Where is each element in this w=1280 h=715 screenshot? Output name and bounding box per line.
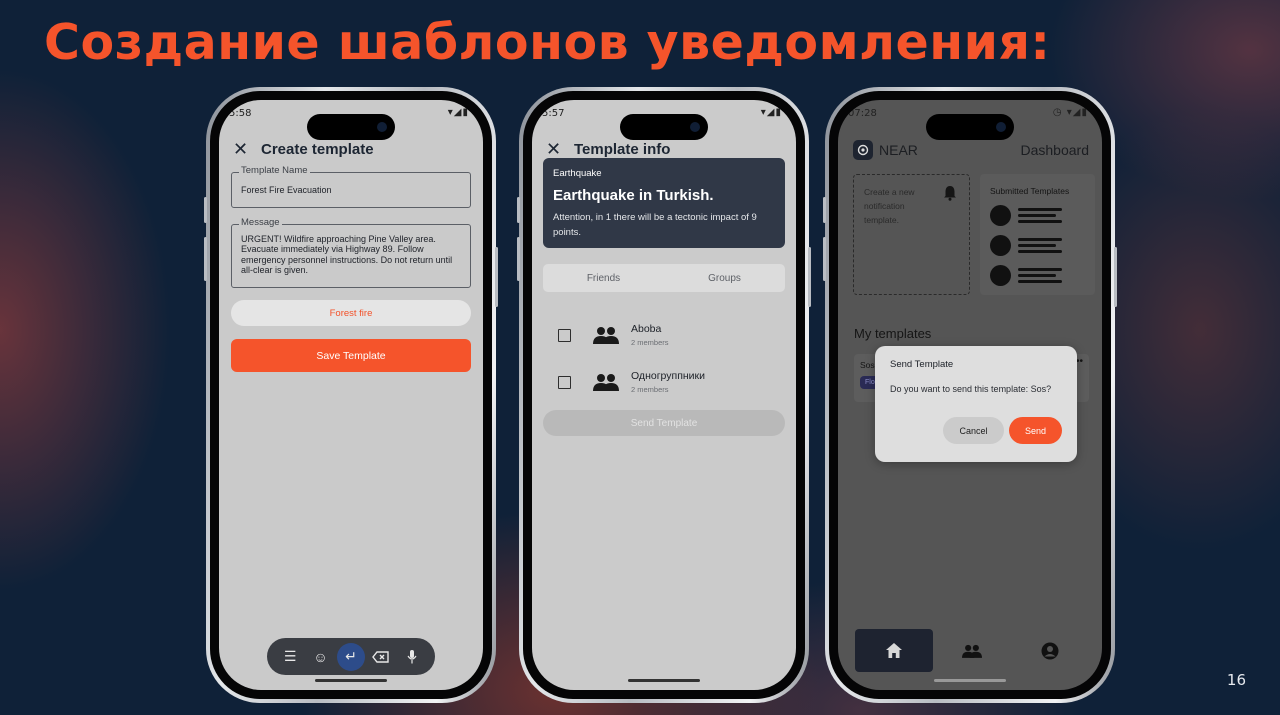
template-description: Attention, in 1 there will be a tectonic… [553,212,757,239]
bell-icon [943,185,957,206]
create-card-text: Create a new notification template. [864,187,915,226]
profile-icon[interactable] [1011,629,1089,672]
menu-icon[interactable]: ☰ [276,643,304,671]
submitted-templates-card[interactable]: Submitted Templates [980,174,1095,295]
dynamic-island [926,114,1014,140]
list-item [990,205,1085,226]
recipient-tabs: Friends Groups [543,264,785,292]
dynamic-island [620,114,708,140]
screen: 5:57 ▾◢▮ ✕ Template info Earthquake Eart… [532,100,796,690]
home-icon[interactable] [855,629,933,672]
send-button[interactable]: Send [1009,417,1062,444]
create-template-card[interactable]: Create a new notification template. [853,174,970,295]
close-icon[interactable]: ✕ [233,139,257,160]
status-time: 07:28 [848,108,877,119]
template-name-value: Forest Fire Evacuation [241,185,332,195]
screen: 07:28 ◷ ▾◢▮ NEAR Dashboard Create a new … [838,100,1102,690]
signal-icon: ▾◢▮ [447,107,469,118]
template-heading: Earthquake in Turkish. [553,187,714,204]
bottom-nav [855,629,1089,672]
group-name: Одногруппники [631,370,705,382]
app-header: NEAR Dashboard [853,136,1089,164]
checkbox[interactable] [558,375,571,389]
dialog-title: Send Template [890,359,954,370]
page-title: Dashboard [1020,142,1090,158]
message-field[interactable]: Message URGENT! Wildfire approaching Pin… [231,217,471,288]
status-time: 5:57 [542,108,565,119]
page-title: Create template [261,140,374,158]
template-name-label: Template Name [239,165,310,176]
send-template-button[interactable]: Send Template [543,410,785,436]
tab-friends[interactable]: Friends [543,264,664,292]
phone-create-template: 5:58 ▾◢▮ ✕ Create template Template Name… [204,87,498,703]
page-number: 16 [1226,671,1246,689]
list-item[interactable]: Одногруппники 2 members [558,365,785,399]
list-item [990,235,1085,256]
page-title: Template info [574,140,671,158]
list-item[interactable]: Aboba 2 members [558,318,785,352]
checkbox[interactable] [558,328,571,342]
close-icon[interactable]: ✕ [546,139,570,160]
signal-icon: ▾◢▮ [760,107,782,118]
category-chip[interactable]: Forest fire [231,300,471,326]
submitted-title: Submitted Templates [990,186,1070,196]
save-template-button[interactable]: Save Template [231,339,471,372]
people-icon[interactable] [933,629,1011,672]
signal-icon: ◷ ▾◢▮ [1052,107,1088,118]
template-name-field[interactable]: Template Name Forest Fire Evacuation [231,165,471,208]
home-indicator [315,679,387,682]
group-icon [593,373,623,391]
brand-name: NEAR [879,142,918,158]
enter-icon[interactable]: ↵ [336,642,365,671]
group-name: Aboba [631,323,662,335]
template-category: Earthquake [553,168,602,179]
emoji-icon[interactable]: ☺ [307,643,335,671]
phone-dashboard: 07:28 ◷ ▾◢▮ NEAR Dashboard Create a new … [823,87,1117,703]
near-logo-icon [853,140,873,160]
list-item [990,265,1085,286]
dynamic-island [307,114,395,140]
group-icon [593,326,623,344]
message-label: Message [239,217,282,228]
keyboard-toolbar: ☰ ☺ ↵ [267,638,435,675]
send-template-dialog: Send Template Do you want to send this t… [875,346,1077,462]
mic-icon[interactable] [398,643,426,671]
dialog-message: Do you want to send this template: Sos? [890,384,1052,394]
screen: 5:58 ▾◢▮ ✕ Create template Template Name… [219,100,483,690]
home-indicator [628,679,700,682]
template-info-card: Earthquake Earthquake in Turkish. Attent… [543,158,785,248]
brand-logo: NEAR [853,140,918,160]
status-time: 5:58 [229,108,252,119]
tab-groups[interactable]: Groups [664,264,785,292]
group-members: 2 members [631,385,669,394]
my-templates-title: My templates [854,326,932,341]
backspace-icon[interactable] [367,643,395,671]
cancel-button[interactable]: Cancel [943,417,1004,444]
group-members: 2 members [631,338,669,347]
home-indicator [934,679,1006,682]
slide-title: Создание шаблонов уведомления: [44,14,1051,71]
phone-template-info: 5:57 ▾◢▮ ✕ Template info Earthquake Eart… [517,87,811,703]
message-value: URGENT! Wildfire approaching Pine Valley… [241,234,453,276]
